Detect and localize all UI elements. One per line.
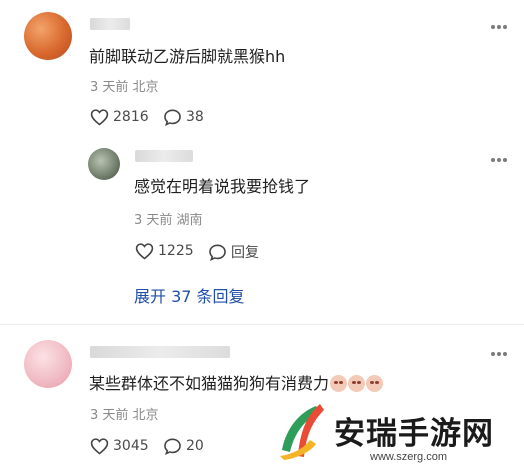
watermark-url: www.szerg.com <box>370 451 448 463</box>
heart-icon <box>90 109 109 126</box>
expand-replies-link[interactable]: 展开 37 条回复 <box>134 283 245 307</box>
comment-text: 某些群体还不如猫猫狗狗有消费力 <box>89 374 384 394</box>
watermark-title: 安瑞手游网 <box>334 416 494 452</box>
divider <box>0 324 524 325</box>
avatar[interactable] <box>24 340 72 388</box>
reply-button[interactable]: 回复 <box>208 242 259 262</box>
comment-text: 感觉在明着说我要抢钱了 <box>134 177 311 196</box>
more-icon[interactable] <box>491 25 507 29</box>
username-blurred[interactable] <box>90 346 230 358</box>
reply-count: 38 <box>186 109 204 125</box>
reply-count: 20 <box>186 438 204 454</box>
like-count: 2816 <box>113 109 149 125</box>
reply-button[interactable]: 20 <box>163 437 204 455</box>
comment-icon <box>164 109 181 126</box>
like-count: 3045 <box>113 438 149 454</box>
comment-icon <box>209 244 226 261</box>
crying-face-icon <box>366 375 384 392</box>
like-button[interactable]: 2816 <box>90 108 149 126</box>
reply-label: 回复 <box>231 245 259 261</box>
heart-icon <box>90 438 109 455</box>
avatar[interactable] <box>24 12 72 60</box>
more-icon[interactable] <box>491 158 507 162</box>
comment-meta: 3 天前 湖南 <box>134 213 203 228</box>
crying-face-icon <box>330 375 348 392</box>
reply-button[interactable]: 38 <box>163 108 204 126</box>
comment-meta: 3 天前 北京 <box>90 408 159 423</box>
watermark-logo <box>280 404 324 460</box>
like-button[interactable]: 3045 <box>90 437 149 455</box>
comment-text-content: 某些群体还不如猫猫狗狗有消费力 <box>89 374 330 393</box>
comment-text: 前脚联动乙游后脚就黑猴hh <box>89 47 286 66</box>
like-button[interactable]: 1225 <box>135 242 194 260</box>
avatar[interactable] <box>88 148 120 180</box>
comment-icon <box>164 438 181 455</box>
crying-face-icon <box>348 375 366 392</box>
comment-meta: 3 天前 北京 <box>90 80 159 95</box>
more-icon[interactable] <box>491 352 507 356</box>
username-blurred[interactable] <box>90 18 130 30</box>
username-blurred[interactable] <box>135 150 193 162</box>
heart-icon <box>135 243 154 260</box>
like-count: 1225 <box>158 243 194 259</box>
